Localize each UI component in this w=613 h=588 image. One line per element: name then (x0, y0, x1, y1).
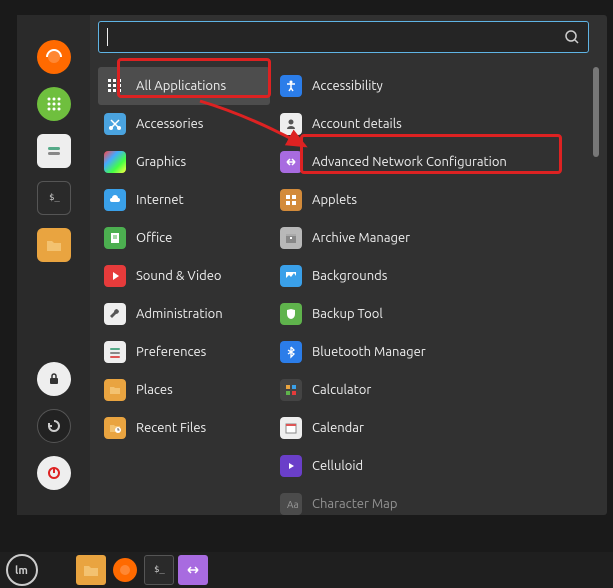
app-character-map[interactable]: Aa Character Map (274, 485, 591, 515)
category-recent-files[interactable]: Recent Files (98, 409, 270, 447)
wrench-icon (104, 303, 126, 325)
app-account-details[interactable]: Account details (274, 105, 591, 143)
grid-icon (104, 75, 126, 97)
charmap-icon: Aa (280, 493, 302, 515)
calendar-icon (280, 417, 302, 439)
favorites-sidebar: $_ (17, 15, 90, 515)
palette-icon (104, 151, 126, 173)
app-label: Backgrounds (312, 269, 387, 283)
category-label: Internet (136, 193, 184, 207)
app-calculator[interactable]: Calculator (274, 371, 591, 409)
svg-text:Aa: Aa (287, 499, 298, 510)
accessibility-icon (280, 75, 302, 97)
application-menu: $_ All Applications (17, 15, 607, 515)
category-preferences[interactable]: Preferences (98, 333, 270, 371)
category-internet[interactable]: Internet (98, 181, 270, 219)
category-list: All Applications Accessories Graphics In… (90, 63, 270, 515)
app-label: Backup Tool (312, 307, 383, 321)
category-label: Accessories (136, 117, 203, 131)
category-all-applications[interactable]: All Applications (98, 67, 270, 105)
favorite-terminal[interactable]: $_ (37, 181, 71, 215)
svg-text:$_: $_ (154, 565, 165, 575)
play-icon (104, 265, 126, 287)
clock-folder-icon (104, 417, 126, 439)
category-label: Administration (136, 307, 223, 321)
category-label: All Applications (136, 79, 226, 93)
mint-logo-icon: lm (13, 561, 31, 579)
category-places[interactable]: Places (98, 371, 270, 409)
taskbar-terminal[interactable]: $_ (144, 555, 174, 585)
scissors-icon (104, 113, 126, 135)
app-label: Account details (312, 117, 402, 131)
document-icon (104, 227, 126, 249)
category-graphics[interactable]: Graphics (98, 143, 270, 181)
bluetooth-icon (280, 341, 302, 363)
app-bluetooth-manager[interactable]: Bluetooth Manager (274, 333, 591, 371)
favorite-files[interactable] (37, 228, 71, 262)
category-label: Graphics (136, 155, 186, 169)
taskbar-firefox[interactable] (110, 555, 140, 585)
category-label: Preferences (136, 345, 206, 359)
folder-icon (104, 379, 126, 401)
favorite-firefox[interactable] (37, 40, 71, 74)
media-icon (280, 455, 302, 477)
taskbar: lm $_ (0, 552, 613, 588)
app-advanced-network-configuration[interactable]: Advanced Network Configuration (274, 143, 591, 181)
app-label: Calculator (312, 383, 371, 397)
app-label: Applets (312, 193, 357, 207)
power-button[interactable] (37, 456, 71, 490)
app-label: Archive Manager (312, 231, 410, 245)
category-label: Recent Files (136, 421, 206, 435)
image-icon (280, 265, 302, 287)
app-applets[interactable]: Applets (274, 181, 591, 219)
lock-button[interactable] (37, 362, 71, 396)
shield-icon (280, 303, 302, 325)
archive-icon (280, 227, 302, 249)
app-label: Calendar (312, 421, 364, 435)
sliders-icon (104, 341, 126, 363)
search-icon (564, 29, 580, 45)
favorite-apps-grid[interactable] (37, 87, 71, 121)
category-accessories[interactable]: Accessories (98, 105, 270, 143)
app-label: Character Map (312, 497, 397, 511)
cloud-icon (104, 189, 126, 211)
app-celluloid[interactable]: Celluloid (274, 447, 591, 485)
app-accessibility[interactable]: Accessibility (274, 67, 591, 105)
app-backup-tool[interactable]: Backup Tool (274, 295, 591, 333)
taskbar-network-config[interactable] (178, 555, 208, 585)
app-label: Accessibility (312, 79, 383, 93)
grid4-icon (280, 189, 302, 211)
category-sound-video[interactable]: Sound & Video (98, 257, 270, 295)
menu-button[interactable]: lm (6, 554, 38, 586)
category-label: Places (136, 383, 173, 397)
category-office[interactable]: Office (98, 219, 270, 257)
menu-main: All Applications Accessories Graphics In… (90, 15, 607, 515)
person-icon (280, 113, 302, 135)
app-label: Bluetooth Manager (312, 345, 426, 359)
logout-button[interactable] (37, 409, 71, 443)
category-label: Office (136, 231, 172, 245)
app-label: Advanced Network Configuration (312, 155, 507, 169)
search-input[interactable] (98, 21, 589, 53)
svg-text:lm: lm (15, 565, 28, 577)
favorite-settings[interactable] (37, 134, 71, 168)
category-administration[interactable]: Administration (98, 295, 270, 333)
application-list: Accessibility Account details Advanced N… (270, 63, 591, 515)
category-label: Sound & Video (136, 269, 222, 283)
calculator-icon (280, 379, 302, 401)
app-archive-manager[interactable]: Archive Manager (274, 219, 591, 257)
network-icon (280, 151, 302, 173)
app-backgrounds[interactable]: Backgrounds (274, 257, 591, 295)
taskbar-files[interactable] (76, 555, 106, 585)
app-calendar[interactable]: Calendar (274, 409, 591, 447)
app-label: Celluloid (312, 459, 363, 473)
svg-text:$_: $_ (49, 193, 60, 203)
app-list-scrollbar[interactable] (593, 67, 601, 511)
